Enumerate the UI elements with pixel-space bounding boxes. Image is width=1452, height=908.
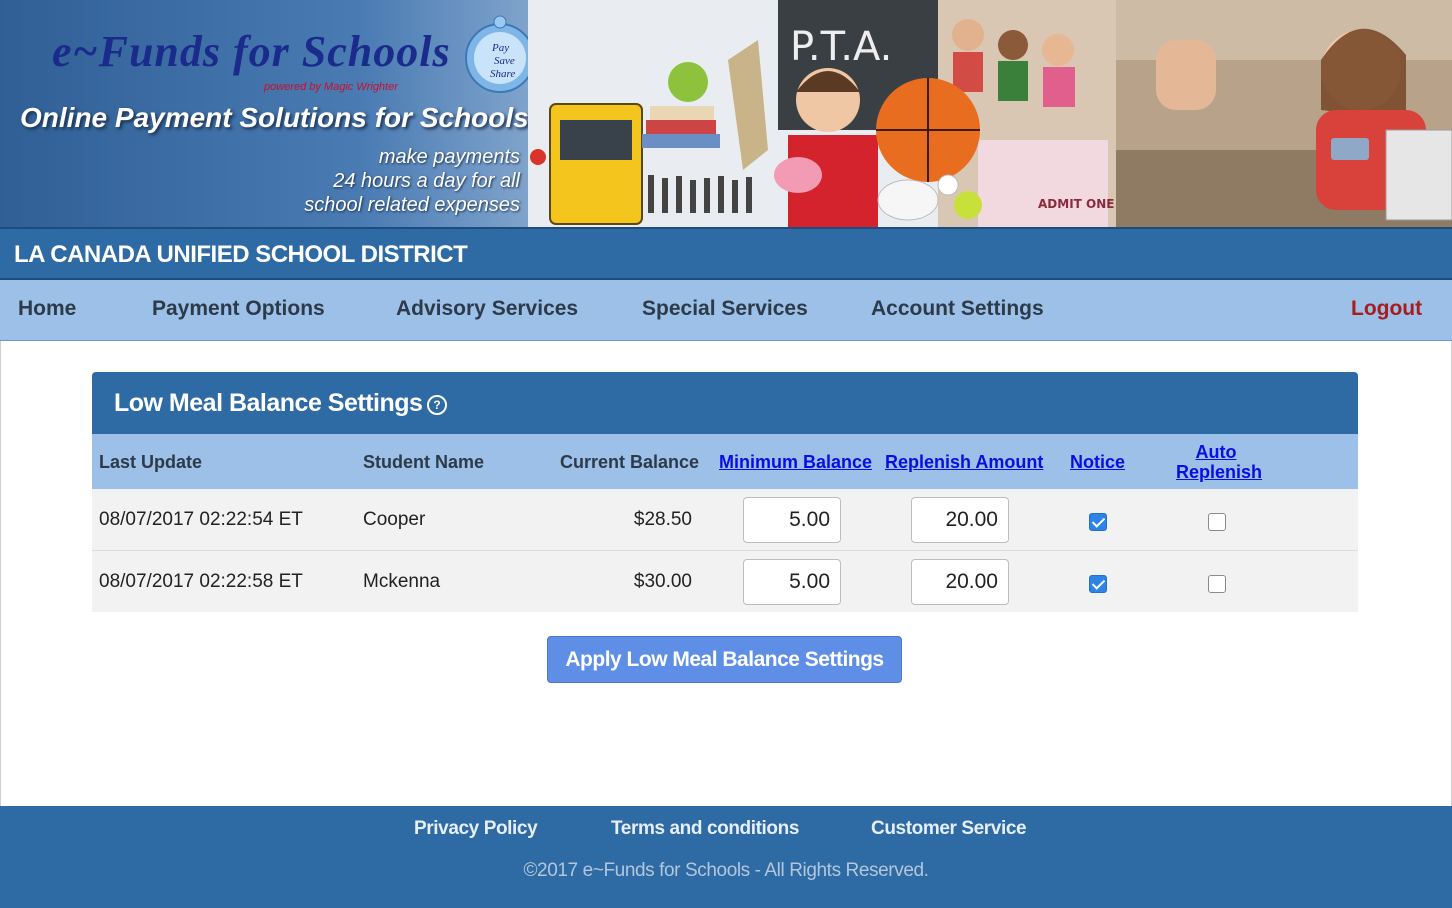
row-student-name: Cooper bbox=[363, 509, 426, 530]
replenish-amount-input[interactable] bbox=[911, 559, 1009, 605]
nav-item-advisory-services[interactable]: Advisory Services bbox=[396, 297, 578, 321]
svg-text:Pay: Pay bbox=[491, 42, 509, 54]
notice-checkbox[interactable] bbox=[1089, 513, 1107, 531]
column-current-balance: Current Balance bbox=[560, 452, 700, 472]
auto-replenish-checkbox[interactable] bbox=[1208, 513, 1226, 531]
minimum-balance-input[interactable] bbox=[743, 559, 841, 605]
brand-powered-by: powered by Magic Wrighter bbox=[264, 81, 398, 93]
low-meal-balance-panel: Low Meal Balance Settings ? Last Update … bbox=[92, 372, 1358, 612]
pay-save-share-logo: Pay Save Share bbox=[465, 15, 535, 93]
header-banner: e~Funds for Schools powered by Magic Wri… bbox=[0, 0, 1452, 227]
svg-text:ADMIT ONE: ADMIT ONE bbox=[1038, 197, 1114, 211]
parent-paying-photo bbox=[1116, 0, 1452, 227]
row-last-update: 08/07/2017 02:22:58 ET bbox=[99, 571, 303, 592]
table-header: Last Update Student Name Current Balance… bbox=[92, 434, 1358, 489]
column-student-name: Student Name bbox=[363, 452, 485, 472]
column-last-update: Last Update bbox=[99, 452, 203, 472]
brand-tagline: Online Payment Solutions for Schools bbox=[20, 102, 529, 133]
nav-item-special-services[interactable]: Special Services bbox=[642, 297, 808, 321]
brand-subtext-line: school related expenses bbox=[304, 194, 520, 216]
row-current-balance: $28.50 bbox=[633, 509, 692, 530]
column-auto-replenish-link[interactable]: Auto Replenish bbox=[1176, 442, 1263, 482]
svg-text:Share: Share bbox=[490, 68, 515, 80]
brand-subtext-line: make payments bbox=[378, 146, 520, 168]
brand-subtext-line: 24 hours a day for all bbox=[333, 170, 520, 192]
brand-title: e~Funds for Schools bbox=[52, 27, 451, 76]
table-row: 08/07/2017 02:22:54 ET Cooper $28.50 bbox=[92, 489, 1358, 550]
row-student-name: Mckenna bbox=[363, 571, 441, 592]
replenish-amount-input[interactable] bbox=[911, 497, 1009, 543]
column-minimum-balance-link[interactable]: Minimum Balance bbox=[719, 452, 872, 473]
column-replenish-amount-link[interactable]: Replenish Amount bbox=[885, 452, 1043, 473]
notice-checkbox[interactable] bbox=[1089, 575, 1107, 593]
column-auto-replenish-line: Auto bbox=[1195, 442, 1237, 462]
apply-settings-button[interactable]: Apply Low Meal Balance Settings bbox=[547, 636, 902, 683]
logout-link[interactable]: Logout bbox=[1351, 297, 1422, 321]
footer-terms-link[interactable]: Terms and conditions bbox=[611, 818, 799, 840]
table-row: 08/07/2017 02:22:58 ET Mckenna $30.00 bbox=[92, 550, 1358, 611]
district-bar: LA CANADA UNIFIED SCHOOL DISTRICT bbox=[0, 227, 1452, 280]
footer-copyright: ©2017 e~Funds for Schools - All Rights R… bbox=[523, 860, 929, 881]
svg-text:Save: Save bbox=[494, 55, 515, 67]
panel-header: Low Meal Balance Settings ? bbox=[92, 372, 1358, 434]
nav-item-account-settings[interactable]: Account Settings bbox=[871, 297, 1044, 321]
main-nav: Home Payment Options Advisory Services S… bbox=[0, 280, 1452, 341]
footer-customer-service-link[interactable]: Customer Service bbox=[871, 818, 1027, 840]
row-current-balance: $30.00 bbox=[633, 571, 692, 592]
district-name: LA CANADA UNIFIED SCHOOL DISTRICT bbox=[14, 241, 468, 268]
column-auto-replenish-line: Replenish bbox=[1176, 462, 1263, 482]
footer-privacy-policy-link[interactable]: Privacy Policy bbox=[414, 818, 538, 840]
column-notice-link[interactable]: Notice bbox=[1070, 452, 1125, 473]
nav-item-payment-options[interactable]: Payment Options bbox=[152, 297, 325, 321]
minimum-balance-input[interactable] bbox=[743, 497, 841, 543]
svg-text:P.T.A.: P.T.A. bbox=[790, 24, 892, 70]
nav-item-home[interactable]: Home bbox=[18, 297, 76, 321]
auto-replenish-checkbox[interactable] bbox=[1208, 575, 1226, 593]
row-last-update: 08/07/2017 02:22:54 ET bbox=[99, 509, 303, 530]
panel-title: Low Meal Balance Settings bbox=[114, 389, 423, 417]
school-collage-image: P.T.A. ADMIT ONE bbox=[528, 0, 1116, 227]
help-icon[interactable]: ? bbox=[427, 395, 447, 415]
brand-subtext: make payments 24 hours a day for all sch… bbox=[270, 145, 520, 217]
footer: Privacy Policy Terms and conditions Cust… bbox=[0, 806, 1452, 908]
